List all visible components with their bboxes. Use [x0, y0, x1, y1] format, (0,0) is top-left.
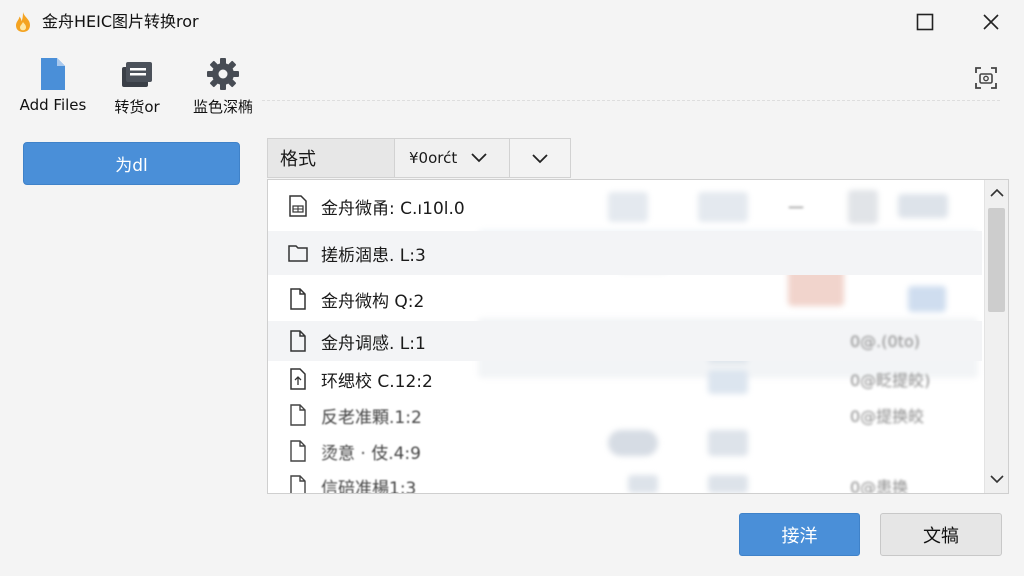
- file-status: 0@提换皎: [850, 407, 925, 426]
- gear-icon: [205, 56, 241, 92]
- format-selected-value: ¥0orćt: [409, 149, 458, 167]
- format-label: 格式: [267, 138, 395, 178]
- file-row[interactable]: 烫意 · 伎.4:9: [268, 433, 982, 469]
- file-name: 环缌校 C.12:2: [321, 371, 433, 392]
- maximize-button[interactable]: [905, 6, 945, 38]
- chevron-up-icon[interactable]: [989, 184, 1005, 200]
- file-name: 信碚准楊1:3: [321, 478, 417, 494]
- file-name: 搓栃涸患. L:3: [321, 245, 426, 266]
- file-name: 反老准顆.1:2: [321, 407, 422, 428]
- file-row[interactable]: 金舟调感. L:1 0@.(0to): [268, 321, 982, 361]
- document-grid-icon: [288, 195, 308, 217]
- file-icon: [288, 440, 308, 462]
- format-dropdown[interactable]: ¥0orćt: [395, 138, 510, 178]
- screenshot-button[interactable]: [968, 60, 1004, 96]
- chevron-down-icon: [532, 149, 548, 168]
- file-row[interactable]: 信碚准楊1:3 0@患换: [268, 469, 982, 494]
- settings-label: 监色深椭: [192, 98, 253, 116]
- close-icon: [983, 14, 999, 30]
- settings-button[interactable]: 监色深椭: [184, 56, 262, 120]
- file-status: 0@患换: [850, 478, 909, 494]
- format-bar: 格式 ¥0orćt: [267, 138, 571, 178]
- file-name: 烫意 · 伎.4:9: [321, 443, 421, 464]
- file-upload-icon: [288, 368, 308, 390]
- chevron-down-icon[interactable]: [989, 471, 1005, 487]
- cancel-button[interactable]: 文犒: [880, 513, 1002, 556]
- add-files-button[interactable]: Add Files: [14, 56, 92, 120]
- file-icon: [288, 330, 308, 352]
- convert-label: 转货or: [114, 98, 160, 116]
- file-icon: [35, 56, 71, 92]
- file-icon: [288, 475, 308, 493]
- convert-button[interactable]: 转货or: [104, 56, 170, 120]
- primary-action-button[interactable]: 为dl: [23, 142, 240, 185]
- file-status: 0@眨提皎): [850, 371, 931, 390]
- toolbar-divider: [262, 100, 1000, 101]
- file-name: 金舟调感. L:1: [321, 333, 426, 354]
- file-icon: [288, 288, 308, 310]
- file-list[interactable]: 金舟微甬: C.ı10l.0 — 搓栃涸患. L:3 金舟微构 Q:2 金舟调感…: [267, 179, 1009, 494]
- convert-stack-icon: [119, 56, 155, 92]
- file-row[interactable]: 搓栃涸患. L:3: [268, 231, 982, 275]
- file-status: 0@.(0to): [850, 331, 920, 351]
- screenshot-icon: [975, 67, 997, 89]
- file-row[interactable]: 反老准顆.1:2 0@提换皎: [268, 397, 982, 433]
- file-row[interactable]: 金舟微甬: C.ı10l.0 —: [268, 184, 982, 228]
- scrollbar-thumb[interactable]: [988, 208, 1005, 312]
- confirm-button[interactable]: 接洋: [739, 513, 860, 556]
- vertical-scrollbar[interactable]: [984, 180, 1008, 493]
- app-window: 金舟HEIC图片转换ror Add Files 转货or 监色深椭 为dl 格式…: [0, 0, 1024, 576]
- add-files-label: Add Files: [19, 96, 87, 114]
- window-title: 金舟HEIC图片转换ror: [42, 12, 199, 31]
- format-extra-dropdown[interactable]: [510, 138, 571, 178]
- chevron-down-icon: [471, 153, 487, 163]
- file-status: —: [788, 196, 804, 216]
- title-bar: 金舟HEIC图片转换ror: [0, 0, 1024, 44]
- file-icon: [288, 404, 308, 426]
- file-name: 金舟微构 Q:2: [321, 291, 425, 312]
- file-row[interactable]: 金舟微构 Q:2: [268, 278, 982, 320]
- folder-icon: [288, 242, 308, 264]
- maximize-icon: [916, 13, 934, 31]
- close-button[interactable]: [971, 6, 1011, 38]
- flame-icon: [12, 11, 34, 33]
- file-name: 金舟微甬: C.ı10l.0: [321, 198, 465, 219]
- file-row[interactable]: 环缌校 C.12:2 0@眨提皎): [268, 361, 982, 397]
